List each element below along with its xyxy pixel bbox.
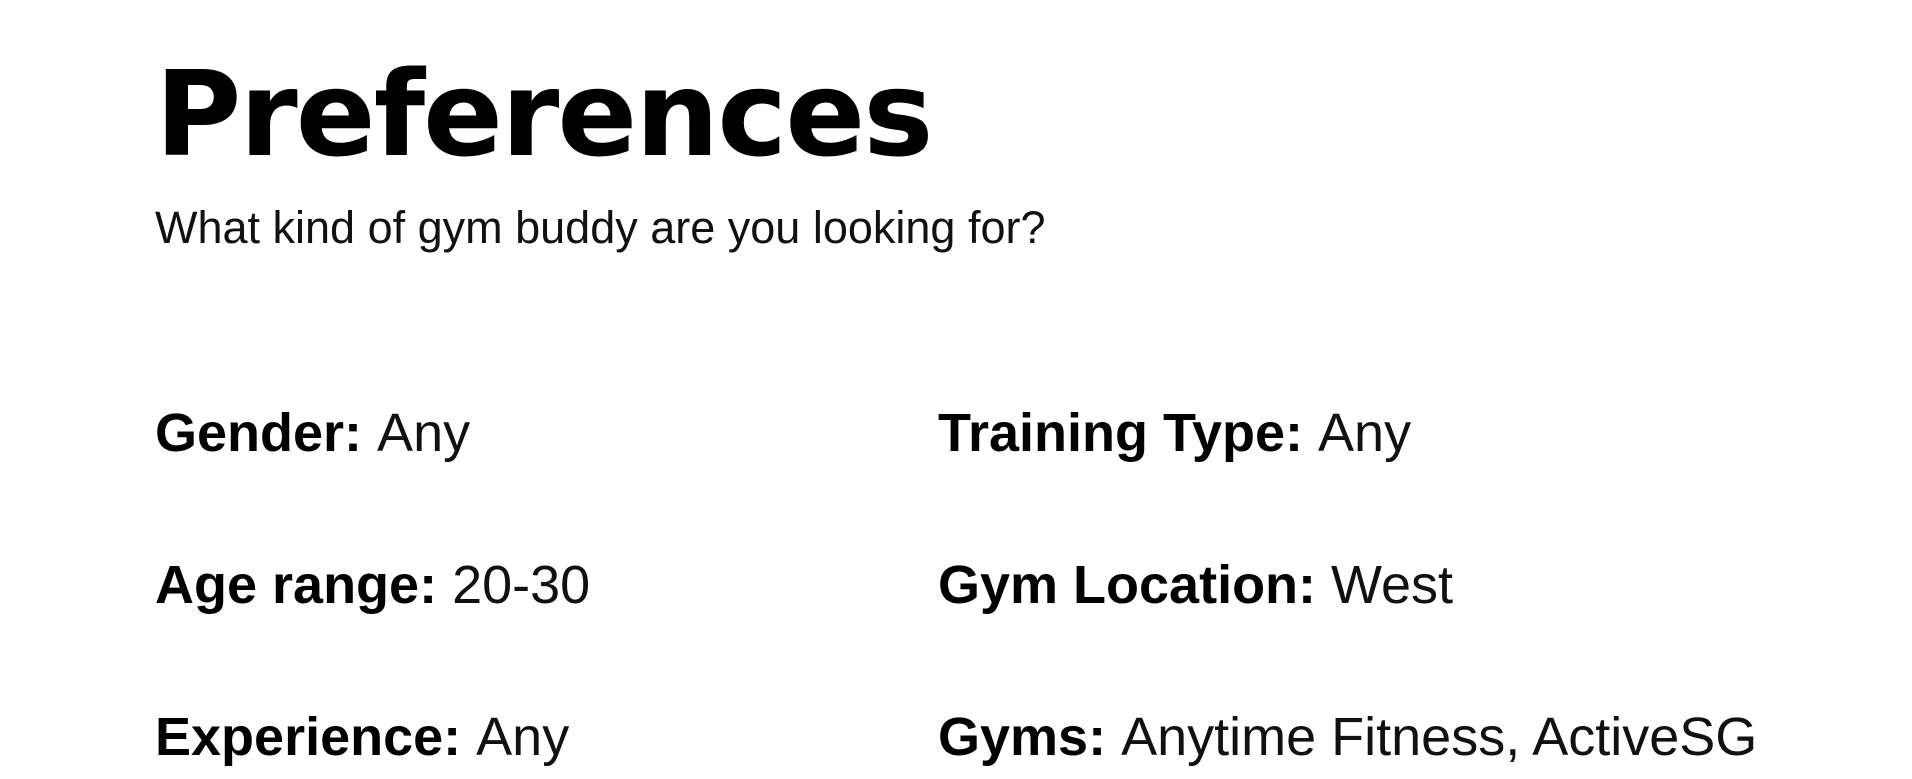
preference-age-range[interactable]: Age range: 20-30 [155, 552, 590, 618]
preference-gender[interactable]: Gender: Any [155, 400, 470, 466]
preference-gym-location[interactable]: Gym Location: West [938, 552, 1453, 618]
page-title: Preferences [155, 45, 934, 183]
preference-gym-location-value: West [1331, 555, 1454, 615]
preference-gyms-value: Anytime Fitness, ActiveSG [1121, 707, 1758, 767]
preference-experience-value: Any [476, 707, 570, 767]
preference-gyms[interactable]: Gyms: Anytime Fitness, ActiveSG [938, 704, 1757, 770]
preference-experience[interactable]: Experience: Any [155, 704, 569, 770]
preference-gender-value: Any [377, 403, 471, 463]
preference-experience-label: Experience: [155, 707, 477, 767]
preference-training-type-label: Training Type: [938, 403, 1319, 463]
preference-age-range-label: Age range: [155, 555, 453, 615]
page-subtitle: What kind of gym buddy are you looking f… [155, 202, 1046, 253]
preference-gym-location-label: Gym Location: [938, 555, 1332, 615]
preference-gyms-label: Gyms: [938, 707, 1122, 767]
preferences-page: Preferences What kind of gym buddy are y… [155, 0, 1855, 779]
preference-gender-label: Gender: [155, 403, 378, 463]
preference-training-type[interactable]: Training Type: Any [938, 400, 1411, 466]
preference-training-type-value: Any [1318, 403, 1412, 463]
preference-age-range-value: 20-30 [452, 555, 591, 615]
